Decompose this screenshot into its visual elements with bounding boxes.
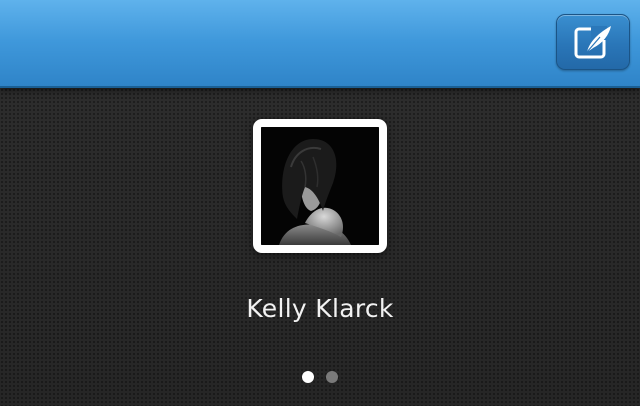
compose-button[interactable] — [556, 14, 630, 70]
page-dot-2[interactable] — [326, 371, 338, 383]
compose-quill-icon — [574, 26, 611, 59]
avatar[interactable] — [253, 119, 387, 253]
page-indicator[interactable] — [0, 371, 640, 383]
app-screen: Kelly Klarck — [0, 0, 640, 406]
page-dot-1[interactable] — [302, 371, 314, 383]
profile-photo — [261, 127, 379, 245]
top-bar — [0, 0, 640, 88]
profile-name: Kelly Klarck — [246, 294, 394, 323]
